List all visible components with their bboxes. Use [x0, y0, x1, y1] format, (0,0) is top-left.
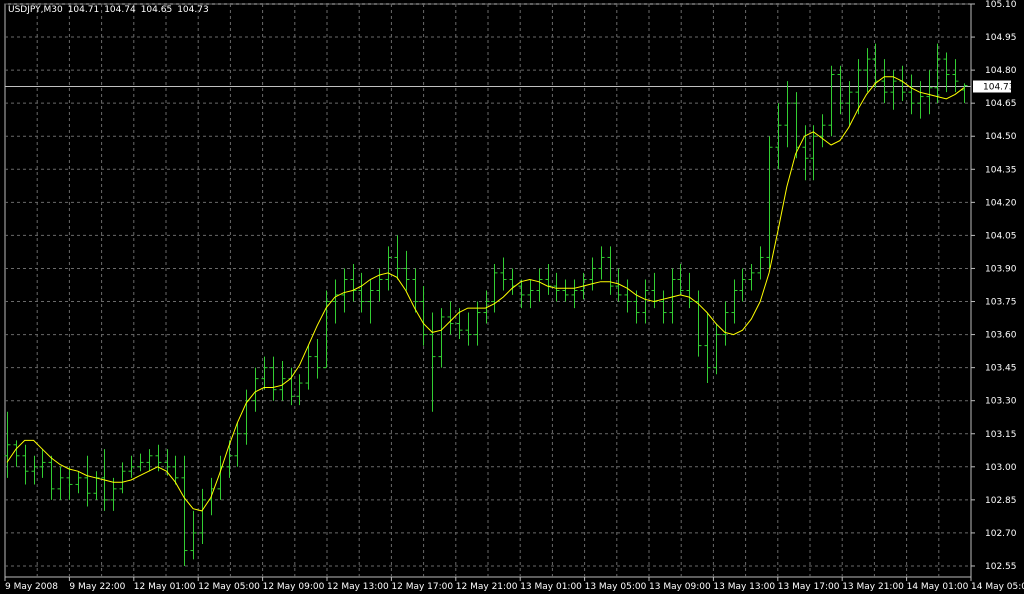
time-tick-label: 14 May 05:00 [971, 582, 1024, 592]
price-tick-label: 103.45 [985, 364, 1017, 374]
time-tick-label: 13 May 17:00 [778, 582, 840, 592]
price-tick-label: 105.10 [985, 0, 1017, 10]
price-tick-label: 104.20 [985, 198, 1017, 208]
price-tick-label: 103.75 [985, 298, 1017, 308]
time-tick-label: 12 May 01:00 [134, 582, 196, 592]
price-tick-label: 103.15 [985, 430, 1017, 440]
price-tick-label: 102.70 [985, 529, 1017, 539]
symbol-info: USDJPY,M30 104.71 104.74 104.65 104.73 [8, 5, 214, 15]
price-tick-label: 103.30 [985, 397, 1017, 407]
current-price-tag: 104.73 [973, 80, 1015, 93]
price-tick-label: 103.60 [985, 331, 1017, 341]
high-value: 104.74 [104, 5, 136, 15]
time-tick-label: 9 May 2008 [5, 582, 58, 592]
time-tick-label: 13 May 05:00 [585, 582, 647, 592]
time-tick-label: 12 May 05:00 [198, 582, 260, 592]
time-tick-label: 13 May 13:00 [713, 582, 775, 592]
low-value: 104.65 [140, 5, 173, 15]
price-tick-label: 103.00 [985, 463, 1017, 473]
price-tick-label: 104.80 [985, 66, 1017, 76]
price-tick-label: 104.50 [985, 132, 1017, 142]
price-tick-label: 104.65 [985, 99, 1017, 109]
price-chart[interactable]: 105.10 104.95 104.80 104.65 104.50 104.35 104.… [0, 0, 1024, 594]
price-tick-label: 102.85 [985, 496, 1017, 506]
time-tick-label: 9 May 22:00 [69, 582, 125, 592]
close-value: 104.73 [177, 5, 209, 15]
time-tick-label: 12 May 13:00 [327, 582, 389, 592]
price-tick-label: 102.55 [985, 562, 1017, 572]
price-tick-label: 104.05 [985, 231, 1017, 241]
open-value: 104.71 [67, 5, 100, 15]
price-tick-label: 104.35 [985, 165, 1017, 175]
time-tick-label: 13 May 09:00 [649, 582, 711, 592]
price-tag-label: 104.73 [983, 83, 1015, 93]
chart-canvas[interactable]: 105.10 104.95 104.80 104.65 104.50 104.35 104.… [0, 0, 1024, 594]
price-tick-label: 104.95 [985, 33, 1017, 43]
time-tick-label: 13 May 21:00 [842, 582, 904, 592]
time-tick-label: 12 May 17:00 [391, 582, 453, 592]
time-tick-label: 13 May 01:00 [520, 582, 582, 592]
symbol-name: USDJPY,M30 [8, 5, 63, 15]
time-tick-label: 12 May 21:00 [456, 582, 518, 592]
time-tick-label: 12 May 09:00 [263, 582, 325, 592]
price-tick-label: 103.90 [985, 264, 1017, 274]
time-tick-label: 14 May 01:00 [907, 582, 969, 592]
